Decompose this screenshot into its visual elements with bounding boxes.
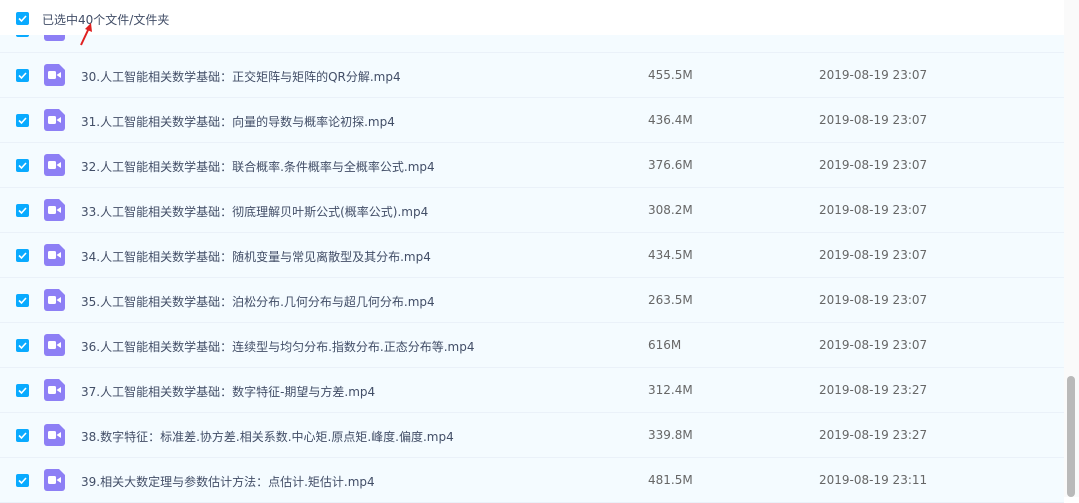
check-icon bbox=[18, 432, 27, 440]
file-size: 616M bbox=[648, 338, 682, 352]
file-row[interactable]: 39.相关大数定理与参数估计方法：点估计.矩估计.mp4 481.5M 2019-0… bbox=[0, 458, 1064, 503]
select-all-checkbox[interactable] bbox=[16, 12, 29, 25]
video-file-icon bbox=[44, 469, 65, 491]
video-file-icon bbox=[44, 244, 65, 266]
check-icon bbox=[18, 207, 27, 215]
check-icon bbox=[18, 387, 27, 395]
file-row[interactable]: 31.人工智能相关数学基础：向量的导数与概率论初探.mp4 436.4M 2019-… bbox=[0, 98, 1064, 143]
file-name-link[interactable]: 32.人工智能相关数学基础：联合概率.条件概率与全概率公式.mp4 bbox=[81, 158, 435, 175]
video-file-icon bbox=[44, 64, 65, 86]
row-checkbox[interactable] bbox=[16, 429, 29, 442]
check-icon bbox=[18, 297, 27, 305]
file-modified-time: 2019-08-19 23:07 bbox=[819, 203, 928, 217]
video-file-icon bbox=[44, 379, 65, 401]
row-checkbox[interactable] bbox=[16, 339, 29, 352]
file-row[interactable]: 30.人工智能相关数学基础：正交矩阵与矩阵的QR分解.mp4 455.5M 2019… bbox=[0, 53, 1064, 98]
file-row[interactable]: 35.人工智能相关数学基础：泊松分布.几何分布与超几何分布.mp4 263.5M 2… bbox=[0, 278, 1064, 323]
file-row[interactable]: 33.人工智能相关数学基础：彻底理解贝叶斯公式(概率公式).mp4 308.2M 2… bbox=[0, 188, 1064, 233]
file-size: 339.8M bbox=[648, 428, 693, 442]
file-modified-time: 2019-08-19 23:07 bbox=[819, 248, 928, 262]
check-icon bbox=[18, 252, 27, 260]
check-icon bbox=[18, 117, 27, 125]
file-modified-time: 2019-08-19 23:07 bbox=[819, 113, 928, 127]
video-file-icon bbox=[44, 424, 65, 446]
row-checkbox[interactable] bbox=[16, 294, 29, 307]
video-file-icon bbox=[44, 334, 65, 356]
file-name-link[interactable]: 39.相关大数定理与参数估计方法：点估计.矩估计.mp4 bbox=[81, 473, 375, 490]
file-size: 481.5M bbox=[648, 473, 693, 487]
row-checkbox[interactable] bbox=[16, 159, 29, 172]
check-icon bbox=[18, 15, 27, 23]
row-checkbox[interactable] bbox=[16, 114, 29, 127]
file-size: 436.4M bbox=[648, 113, 693, 127]
row-checkbox[interactable] bbox=[16, 384, 29, 397]
file-list: 30.人工智能相关数学基础：正交矩阵与矩阵的QR分解.mp4 455.5M 2019… bbox=[0, 8, 1064, 503]
file-size: 263.5M bbox=[648, 293, 693, 307]
file-name-link[interactable]: 31.人工智能相关数学基础：向量的导数与概率论初探.mp4 bbox=[81, 113, 395, 130]
file-row[interactable]: 34.人工智能相关数学基础：随机变量与常见离散型及其分布.mp4 434.5M 20… bbox=[0, 233, 1064, 278]
check-icon bbox=[18, 162, 27, 170]
file-size: 434.5M bbox=[648, 248, 693, 262]
video-file-icon bbox=[44, 289, 65, 311]
file-modified-time: 2019-08-19 23:27 bbox=[819, 428, 928, 442]
file-size: 455.5M bbox=[648, 68, 693, 82]
file-name-link[interactable]: 34.人工智能相关数学基础：随机变量与常见离散型及其分布.mp4 bbox=[81, 248, 431, 265]
video-file-icon bbox=[44, 154, 65, 176]
file-size: 312.4M bbox=[648, 383, 693, 397]
file-modified-time: 2019-08-19 23:07 bbox=[819, 158, 928, 172]
file-row[interactable]: 38.数字特征：标准差.协方差.相关系数.中心矩.原点矩.峰度.偏度.mp4 33… bbox=[0, 413, 1064, 458]
file-modified-time: 2019-08-19 23:27 bbox=[819, 383, 928, 397]
row-checkbox[interactable] bbox=[16, 69, 29, 82]
file-name-link[interactable]: 33.人工智能相关数学基础：彻底理解贝叶斯公式(概率公式).mp4 bbox=[81, 203, 428, 220]
selection-toolbar: 已选中40个文件/文件夹 bbox=[0, 0, 1064, 35]
selection-count-text: 已选中40个文件/文件夹 bbox=[42, 13, 170, 27]
video-file-icon bbox=[44, 199, 65, 221]
row-checkbox[interactable] bbox=[16, 474, 29, 487]
check-icon bbox=[18, 342, 27, 350]
file-name-link[interactable]: 30.人工智能相关数学基础：正交矩阵与矩阵的QR分解.mp4 bbox=[81, 68, 401, 85]
file-modified-time: 2019-08-19 23:07 bbox=[819, 338, 928, 352]
file-row[interactable]: 37.人工智能相关数学基础：数字特征-期望与方差.mp4 312.4M 2019-0… bbox=[0, 368, 1064, 413]
check-icon bbox=[18, 72, 27, 80]
row-checkbox[interactable] bbox=[16, 249, 29, 262]
file-name-link[interactable]: 35.人工智能相关数学基础：泊松分布.几何分布与超几何分布.mp4 bbox=[81, 293, 435, 310]
video-file-icon bbox=[44, 109, 65, 131]
file-modified-time: 2019-08-19 23:07 bbox=[819, 293, 928, 307]
file-name-link[interactable]: 37.人工智能相关数学基础：数字特征-期望与方差.mp4 bbox=[81, 383, 375, 400]
file-modified-time: 2019-08-19 23:11 bbox=[819, 473, 928, 487]
file-row[interactable]: 36.人工智能相关数学基础：连续型与均匀分布.指数分布.正态分布等.mp4 616… bbox=[0, 323, 1064, 368]
check-icon bbox=[18, 477, 27, 485]
file-row[interactable]: 32.人工智能相关数学基础：联合概率.条件概率与全概率公式.mp4 376.6M 2… bbox=[0, 143, 1064, 188]
row-checkbox[interactable] bbox=[16, 204, 29, 217]
file-modified-time: 2019-08-19 23:07 bbox=[819, 68, 928, 82]
red-arrow-icon bbox=[80, 23, 92, 46]
file-name-link[interactable]: 38.数字特征：标准差.协方差.相关系数.中心矩.原点矩.峰度.偏度.mp4 bbox=[81, 428, 454, 445]
file-size: 376.6M bbox=[648, 158, 693, 172]
file-name-link[interactable]: 36.人工智能相关数学基础：连续型与均匀分布.指数分布.正态分布等.mp4 bbox=[81, 338, 474, 355]
scrollbar-thumb[interactable] bbox=[1067, 376, 1075, 497]
file-size: 308.2M bbox=[648, 203, 693, 217]
